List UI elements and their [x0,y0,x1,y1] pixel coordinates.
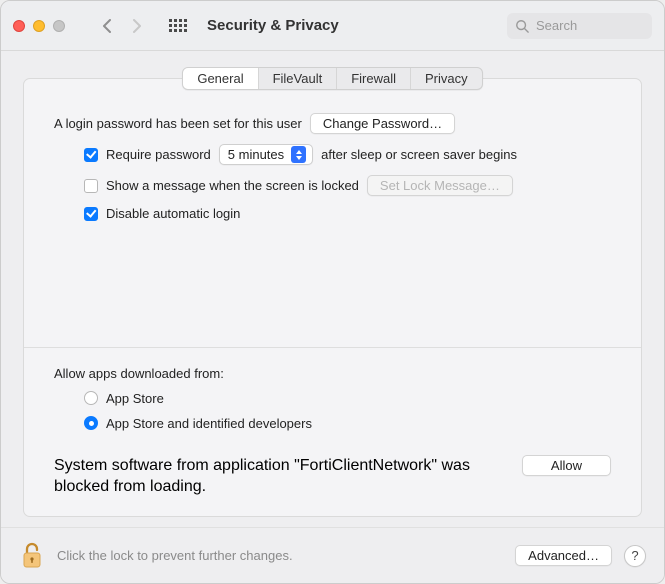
allow-identified-developers-label: App Store and identified developers [106,416,312,431]
back-button[interactable] [95,14,119,38]
tabs: General FileVault Firewall Privacy [182,67,482,90]
titlebar: Security & Privacy [1,1,664,51]
search-input[interactable] [534,17,644,34]
search-field[interactable] [507,13,652,39]
tab-firewall[interactable]: Firewall [336,68,410,89]
forward-button[interactable] [125,14,149,38]
blocked-software-text: System software from application "FortiC… [54,455,502,498]
zoom-window-button [53,20,65,32]
require-password-delay-value: 5 minutes [228,147,284,162]
login-password-set-text: A login password has been set for this u… [54,116,302,131]
change-password-button[interactable]: Change Password… [310,113,455,134]
show-lock-message-checkbox[interactable] [84,179,98,193]
require-password-checkbox[interactable] [84,148,98,162]
up-down-stepper-icon [291,146,306,163]
tab-filevault[interactable]: FileVault [258,68,337,89]
search-icon [515,19,529,33]
general-panel: A login password has been set for this u… [23,78,642,517]
allow-blocked-button[interactable]: Allow [522,455,611,476]
lock-icon[interactable] [19,541,45,571]
close-window-button[interactable] [13,20,25,32]
advanced-button[interactable]: Advanced… [515,545,612,566]
allow-app-store-label: App Store [106,391,164,406]
tab-privacy[interactable]: Privacy [410,68,482,89]
help-button[interactable]: ? [624,545,646,567]
tab-general[interactable]: General [183,68,257,89]
window-title: Security & Privacy [207,17,339,34]
window-controls [13,20,65,32]
footer: Click the lock to prevent further change… [1,527,664,583]
disable-automatic-login-label: Disable automatic login [106,206,240,221]
show-lock-message-label: Show a message when the screen is locked [106,178,359,193]
minimize-window-button[interactable] [33,20,45,32]
after-sleep-label: after sleep or screen saver begins [321,147,517,162]
allow-apps-heading: Allow apps downloaded from: [54,366,224,381]
allow-identified-developers-radio[interactable] [84,416,98,430]
lock-hint-text: Click the lock to prevent further change… [57,548,293,563]
require-password-label: Require password [106,147,211,162]
show-all-icon[interactable] [169,19,187,32]
allow-app-store-radio[interactable] [84,391,98,405]
disable-automatic-login-checkbox[interactable] [84,207,98,221]
security-privacy-window: Security & Privacy General FileVault Fir… [0,0,665,584]
set-lock-message-button: Set Lock Message… [367,175,513,196]
require-password-delay-popup[interactable]: 5 minutes [219,144,313,165]
